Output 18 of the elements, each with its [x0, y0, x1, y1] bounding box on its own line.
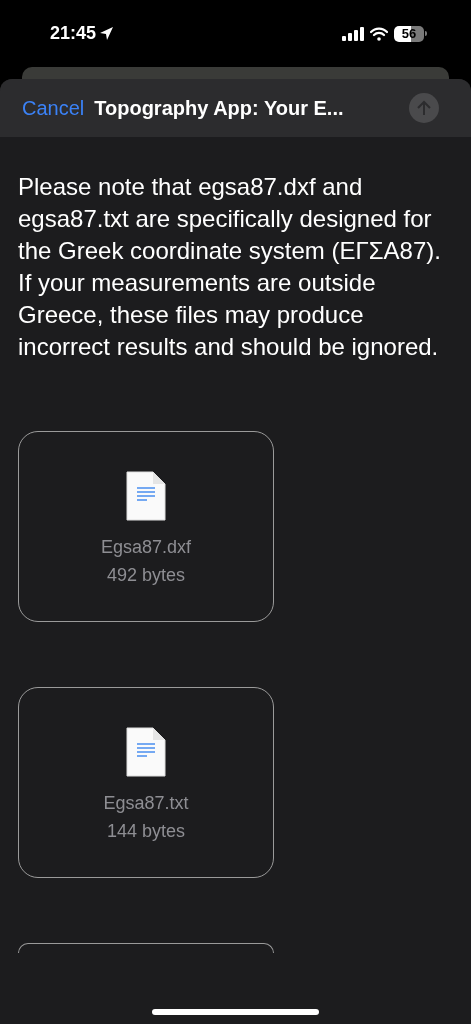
message-paragraph: Please note that egsa87.dxf and egsa87.txt are specifically designed for the Greek coordinate system (ΕΓΣΑ87). [18, 172, 442, 266]
file-name: Egsa87.dxf [100, 535, 192, 559]
file-size: 492 bytes [106, 563, 186, 587]
arrow-up-icon [417, 100, 431, 116]
sheet-title: Topography App: Your E... [94, 96, 345, 121]
cancel-button[interactable]: Cancel [22, 93, 85, 123]
battery-indicator: 56 [394, 25, 424, 42]
document-icon [126, 470, 166, 521]
attachment-card[interactable]: Egsa87.dxf 492 bytes [18, 431, 274, 622]
attachment-card[interactable]: Egsa87.txt 144 bytes [18, 687, 274, 878]
file-size: 144 bytes [106, 819, 186, 843]
file-name: Egsa87.txt [103, 791, 189, 815]
message-paragraph: If your measurements are outside Greece, these files may produce incorrect results and should be ignored. [18, 268, 440, 362]
status-time: 21:45 [50, 22, 97, 45]
document-icon [126, 726, 166, 777]
location-arrow-icon [99, 26, 115, 41]
wifi-icon [370, 26, 388, 41]
signal-icon [342, 26, 364, 41]
